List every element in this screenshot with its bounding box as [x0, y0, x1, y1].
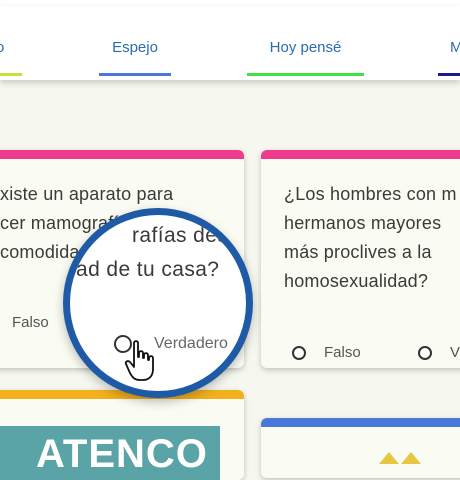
question-line: hermanos mayores	[284, 213, 442, 233]
question-line: homosexualidad?	[284, 271, 429, 291]
nav-tab-underline	[247, 73, 364, 76]
nav-tab-underline	[99, 73, 171, 76]
card-accent-bar	[0, 390, 244, 399]
option-falso[interactable]: Falso	[292, 344, 361, 361]
nav-tab-hoy-pense[interactable]: Hoy pensé	[247, 6, 364, 80]
quiz-card-atenco: ATENCO	[0, 390, 244, 480]
option-label: Verdadero	[154, 335, 228, 352]
option-label: Falso	[324, 344, 361, 361]
nav-tab-partial-right[interactable]: M	[438, 6, 460, 80]
card-accent-bar	[261, 150, 460, 159]
hand-pointer-icon	[124, 340, 154, 381]
card-banner-image: ATENCO	[0, 426, 220, 480]
card-accent-bar	[261, 418, 460, 427]
magnifier-lens: rafías desd ad de tu casa? Verdadero	[63, 208, 253, 398]
card-question: ¿Los hombres con m hermanos mayores más …	[284, 180, 457, 296]
option-falso[interactable]: Falso	[0, 314, 49, 331]
nav-tab-underline	[0, 73, 22, 76]
radio-button-falso[interactable]	[292, 345, 306, 360]
nav-tab-label: M	[450, 39, 460, 56]
question-line: xiste un aparato para	[0, 184, 174, 204]
magnified-line: rafías desd	[132, 224, 241, 247]
nav-tab-partial-left[interactable]: o	[0, 6, 22, 80]
nav-tab-underline	[438, 73, 460, 76]
option-label: Falso	[12, 314, 49, 331]
card-accent-bar	[0, 150, 244, 159]
magnified-question: rafías desd ad de tu casa?	[76, 219, 240, 287]
question-line: más proclives a la	[284, 242, 432, 262]
decorative-shape-icon	[379, 452, 421, 464]
nav-tab-espejo[interactable]: Espejo	[99, 6, 171, 80]
quiz-card-bottom-right	[261, 418, 460, 478]
quiz-card-homosexuality: ¿Los hombres con m hermanos mayores más …	[261, 150, 460, 368]
radio-button-verdadero[interactable]	[418, 345, 432, 360]
question-line: ¿Los hombres con m	[284, 184, 457, 204]
category-navbar: o Espejo Hoy pensé M	[0, 6, 460, 80]
magnified-line: ad de tu casa?	[76, 258, 220, 281]
nav-tab-label: Espejo	[112, 39, 158, 56]
nav-tab-label: Hoy pensé	[269, 39, 342, 56]
nav-tab-label: o	[0, 39, 5, 56]
option-label: V	[450, 344, 460, 361]
option-verdadero[interactable]: V	[418, 344, 460, 361]
banner-text: ATENCO	[36, 432, 208, 476]
